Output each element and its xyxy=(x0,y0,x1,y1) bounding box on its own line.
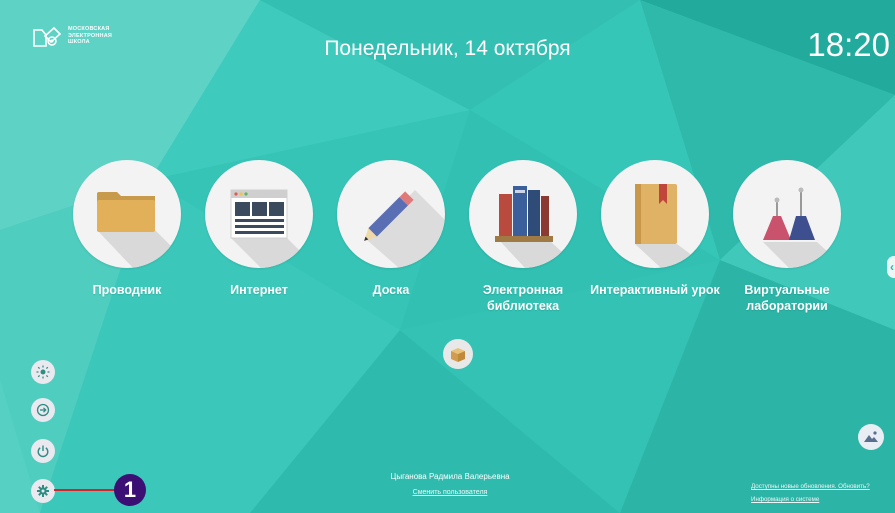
brightness-icon xyxy=(36,365,50,379)
books-icon xyxy=(495,186,577,268)
brightness-button[interactable] xyxy=(31,360,55,384)
center-box-button[interactable] xyxy=(443,339,473,369)
app-label: Виртуальные лаборатории xyxy=(744,283,830,313)
app-label: Проводник xyxy=(92,283,162,297)
book-bookmark-icon xyxy=(635,184,709,268)
login-button[interactable] xyxy=(31,398,55,422)
current-user: Цыганова Радмила Валерьевна Сменить поль… xyxy=(360,472,540,496)
clock: 18:20 xyxy=(807,26,890,63)
callout-number: 1 xyxy=(114,474,146,506)
app-whiteboard[interactable]: Доска xyxy=(326,160,456,298)
callout-line xyxy=(54,489,117,491)
app-label: Доска xyxy=(372,283,410,297)
app-label: Электронная библиотека xyxy=(482,283,564,313)
landscape-image-icon xyxy=(864,431,878,442)
app-label: Интерактивный урок xyxy=(590,283,720,297)
switch-user-link[interactable]: Сменить пользователя xyxy=(360,489,540,496)
side-panel-toggle[interactable]: ‹ xyxy=(887,256,895,278)
folder-icon xyxy=(97,192,181,268)
login-arrow-icon xyxy=(36,403,50,417)
flasks-icon xyxy=(763,187,841,268)
power-button[interactable] xyxy=(31,439,55,463)
app-interactive-lesson[interactable]: Интерактивный урок xyxy=(590,160,720,298)
chevron-left-icon: ‹ xyxy=(890,260,894,274)
wallpaper-button[interactable] xyxy=(858,424,884,450)
system-info-link[interactable]: Информация о системе xyxy=(751,493,895,506)
app-e-library[interactable]: Электронная библиотека xyxy=(458,160,588,314)
browser-window-icon xyxy=(230,189,313,268)
power-icon xyxy=(37,445,49,458)
settings-button[interactable] xyxy=(31,479,55,503)
app-virtual-labs[interactable]: Виртуальные лаборатории xyxy=(722,160,852,314)
app-explorer[interactable]: Проводник xyxy=(62,160,192,298)
app-internet[interactable]: Интернет xyxy=(194,160,324,298)
logo-line-1: МОСКОВСКАЯ xyxy=(68,26,110,32)
updates-available-link[interactable]: Доступны новые обновления. Обновить? xyxy=(751,480,895,493)
settings-gear-icon xyxy=(37,485,49,497)
updates-panel: Доступны новые обновления. Обновить? Инф… xyxy=(751,480,895,506)
box-icon xyxy=(451,348,465,362)
app-label: Интернет xyxy=(230,283,288,297)
user-name: Цыганова Радмила Валерьевна xyxy=(390,472,510,481)
pencil-icon xyxy=(364,190,445,268)
current-date: Понедельник, 14 октября xyxy=(324,37,571,60)
app-launcher: Проводник Интернет Доска Электронная биб… xyxy=(0,160,895,330)
